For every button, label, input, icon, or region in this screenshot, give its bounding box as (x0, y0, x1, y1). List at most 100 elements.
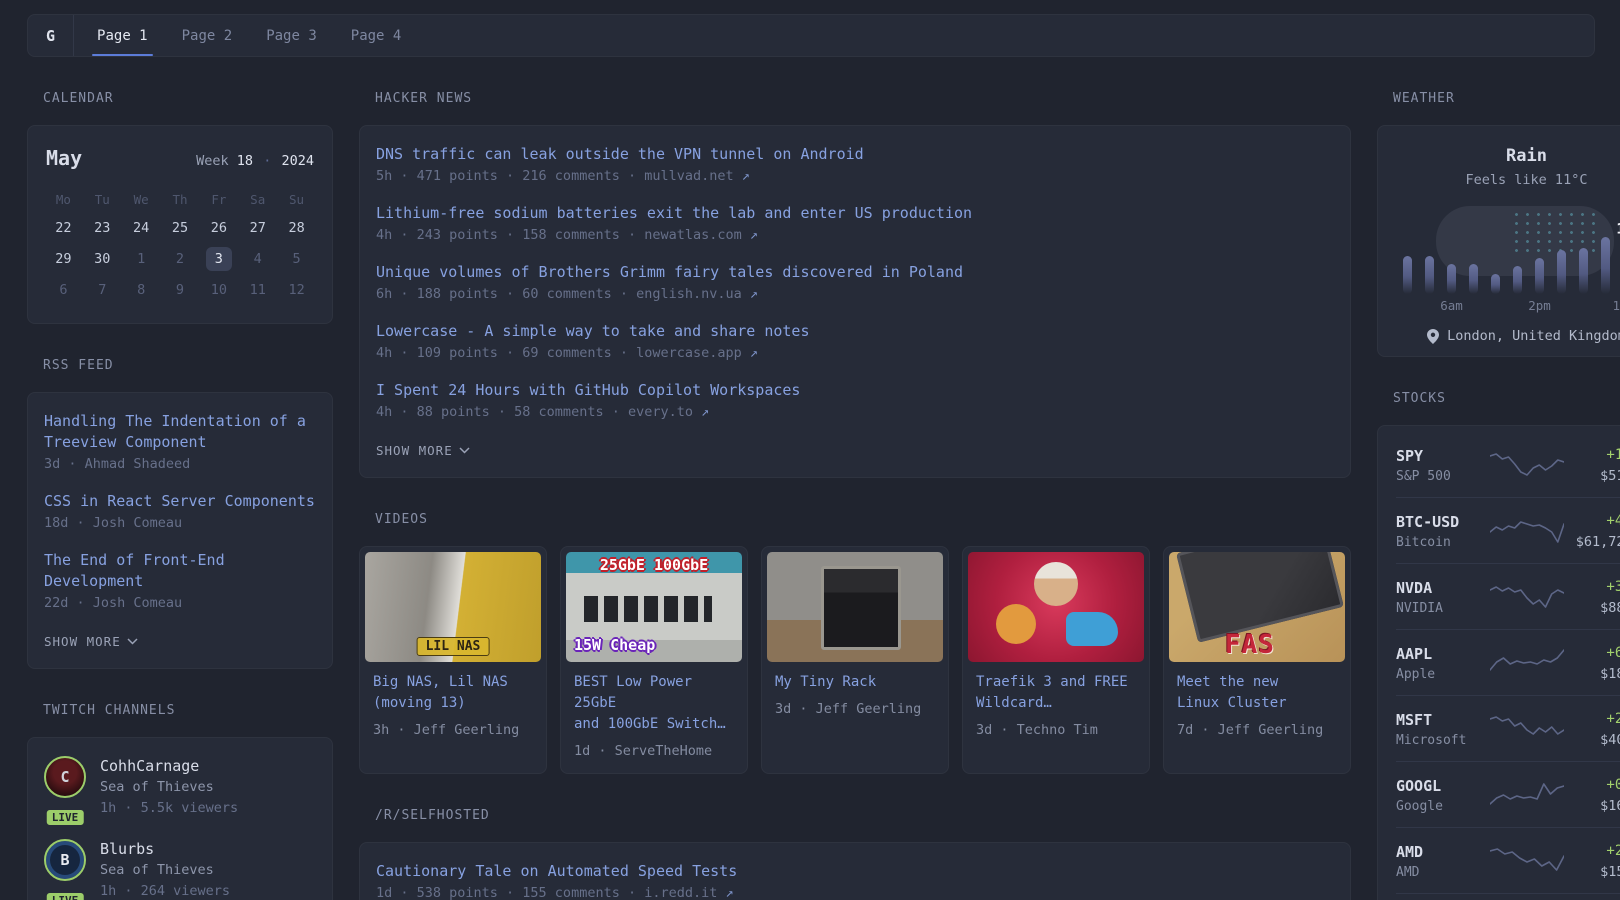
stock-symbol: SPY (1396, 446, 1424, 465)
stock-symbol: NVDA (1396, 578, 1433, 597)
weather-bar (1601, 237, 1610, 294)
story-title-link[interactable]: The End of Front-End Development (44, 550, 316, 592)
stock-row[interactable]: AMD AMD +2.94% $150.45 (1396, 827, 1620, 893)
hackernews-show-more-button[interactable]: SHOW MORE (376, 443, 470, 458)
sparkline-chart (1490, 648, 1564, 671)
reddit-list: Cautionary Tale on Automated Speed Tests… (376, 861, 1334, 900)
meta-text: 4h · 109 points · 69 comments · lowercas… (376, 345, 750, 361)
video-card[interactable]: 25GbE 100GbE 15W Cheap BEST Low Power 25G… (560, 546, 748, 774)
stock-row[interactable]: AAPL Apple +6.87% $184.91 (1396, 629, 1620, 695)
external-link-arrow-icon: ↗ (749, 286, 759, 302)
video-thumbnail[interactable] (968, 552, 1144, 662)
calendar-day: 28 (288, 219, 305, 236)
video-title-link[interactable]: Meet the new Linux Cluster (1169, 662, 1345, 714)
video-title-link[interactable]: Big NAS, Lil NAS (moving 13) (365, 662, 541, 714)
week-label: Week (196, 153, 229, 169)
weather-location: London, United Kingdom (1396, 328, 1620, 344)
video-thumbnail[interactable]: FAS (1169, 552, 1345, 662)
stocks-widget: SPY S&P 500 +1.29% $511.57 BTC-USD Bitco… (1377, 425, 1620, 900)
channel-name: Blurbs (100, 840, 155, 858)
video-meta: 3d · Jeff Geerling (775, 701, 922, 717)
page-tab[interactable]: Page 4 (334, 15, 419, 56)
list-item: I Spent 24 Hours with GitHub Copilot Wor… (376, 380, 1334, 423)
weather-bar (1513, 266, 1522, 294)
calendar-day-today: 3 (199, 243, 238, 274)
calendar-day: 24 (133, 219, 150, 236)
story-title-link[interactable]: Lithium-free sodium batteries exit the l… (376, 203, 1334, 224)
person-figure (1034, 562, 1078, 606)
list-item: CSS in React Server Components 18d · Jos… (44, 491, 316, 534)
video-card[interactable]: FAS Meet the new Linux Cluster 7d · Jeff… (1163, 546, 1351, 774)
list-item: Unique volumes of Brothers Grimm fairy t… (376, 262, 1334, 305)
story-title-link[interactable]: I Spent 24 Hours with GitHub Copilot Wor… (376, 380, 1334, 401)
calendar-header: May Week 18 · 2024 (46, 146, 314, 170)
stock-row[interactable]: BTC-USD Bitcoin +4.40% $61,725.48 (1396, 497, 1620, 563)
stock-change: +2.94% (1606, 843, 1620, 859)
stock-name: Bitcoin (1396, 534, 1451, 550)
stock-change: +3.52% (1606, 579, 1620, 595)
calendar-day: 26 (210, 219, 227, 236)
twitch-channel-item[interactable]: B LIVE Blurbs Sea of Thieves 1h · 264 vi… (44, 839, 316, 900)
video-thumbnail[interactable]: 25GbE 100GbE 15W Cheap (566, 552, 742, 662)
story-title-link[interactable]: Handling The Indentation of a Treeview C… (44, 411, 316, 453)
stock-price: $406.43 (1600, 732, 1620, 748)
stock-symbol: GOOGL (1396, 776, 1442, 795)
list-item: Lithium-free sodium batteries exit the l… (376, 203, 1334, 246)
video-card[interactable]: My Tiny Rack 3d · Jeff Geerling (761, 546, 949, 774)
story-title-link[interactable]: Lowercase - A simple way to take and sha… (376, 321, 1334, 342)
twitch-channel-list: C LIVE CohhCarnage Sea of Thieves 1h · 5… (44, 756, 316, 900)
channel-avatar-wrap: C LIVE (44, 756, 86, 827)
stock-id: NVDA NVIDIA (1396, 578, 1489, 616)
weekday-label: Mo (55, 191, 71, 207)
twitch-channel-item[interactable]: C LIVE CohhCarnage Sea of Thieves 1h · 5… (44, 756, 316, 827)
calendar-day-grid: 22 23 24 25 26 27 28 29 30 1 2 3 4 5 6 7 8 9 10 11 12 (44, 212, 316, 305)
calendar-widget: May Week 18 · 2024 Mo Tu We Th Fr Sa Su 22 23 24… (27, 125, 333, 324)
stock-row[interactable]: MSFT Microsoft +2.16% $406.43 (1396, 695, 1620, 761)
stock-change: +6.87% (1606, 645, 1620, 661)
weather-hour-labels: 6am 2pm 10pm (1396, 298, 1620, 314)
stock-id: AAPL Apple (1396, 644, 1489, 682)
rss-show-more-button[interactable]: SHOW MORE (44, 634, 138, 649)
video-title-link[interactable]: Traefik 3 and FREE Wildcard… (968, 662, 1144, 714)
stock-row[interactable]: GOOGL Google +0.10% $166.78 (1396, 761, 1620, 827)
channel-game: Sea of Thieves (100, 779, 214, 795)
list-item: Lowercase - A simple way to take and sha… (376, 321, 1334, 364)
stock-row[interactable]: NVDA NVIDIA +3.52% $888.40 (1396, 563, 1620, 629)
meta-text: 4h · 88 points · 58 comments · every.to (376, 404, 702, 420)
weekday-label: We (133, 191, 149, 207)
channel-avatar: B (44, 839, 86, 881)
story-title-link[interactable]: Unique volumes of Brothers Grimm fairy t… (376, 262, 1334, 283)
stock-row[interactable]: SPY S&P 500 +1.29% $511.57 (1396, 432, 1620, 497)
video-thumbnail[interactable] (767, 552, 943, 662)
stock-price: $166.78 (1600, 798, 1620, 814)
story-title-link[interactable]: DNS traffic can leak outside the VPN tun… (376, 144, 1334, 165)
video-title-link[interactable]: BEST Low Power 25GbE and 100GbE Switch… (566, 662, 742, 735)
video-thumbnail[interactable]: LIL NAS (365, 552, 541, 662)
external-link-arrow-icon: ↗ (741, 168, 750, 184)
page-tab[interactable]: Page 1 (80, 15, 165, 56)
video-card[interactable]: LIL NAS Big NAS, Lil NAS (moving 13) 3h … (359, 546, 547, 774)
page-tab[interactable]: Page 3 (249, 15, 334, 56)
video-card[interactable]: Traefik 3 and FREE Wildcard… 3d · Techno… (962, 546, 1150, 774)
external-link-arrow-icon: ↗ (749, 227, 759, 243)
weather-bar (1579, 248, 1588, 294)
stock-name: S&P 500 (1396, 468, 1451, 484)
meta-text: 4h · 243 points · 158 comments · newatla… (376, 227, 750, 243)
tab-label: Page 4 (350, 27, 402, 44)
story-title-link[interactable]: CSS in React Server Components (44, 491, 316, 512)
stock-sparkline (1489, 648, 1565, 678)
separator-dot: · (263, 153, 272, 169)
app-logo[interactable]: G (28, 15, 75, 56)
page-tab[interactable]: Page 2 (165, 15, 250, 56)
meta-text: 6h · 188 points · 60 comments · english.… (376, 286, 750, 302)
stock-price: $150.45 (1600, 864, 1620, 880)
story-title-link[interactable]: Cautionary Tale on Automated Speed Tests (376, 861, 1334, 882)
list-item: DNS traffic can leak outside the VPN tun… (376, 144, 1334, 187)
video-title-link[interactable]: My Tiny Rack (767, 662, 943, 693)
calendar-day: 22 (55, 219, 72, 236)
calendar-day: 11 (249, 281, 266, 298)
stock-row[interactable]: RDDT -1.65% (1396, 893, 1620, 900)
meta-text: 1d · 538 points · 155 comments · i.redd.… (376, 885, 726, 900)
weekday-label: Fr (211, 191, 227, 207)
weather-bar (1447, 264, 1456, 294)
